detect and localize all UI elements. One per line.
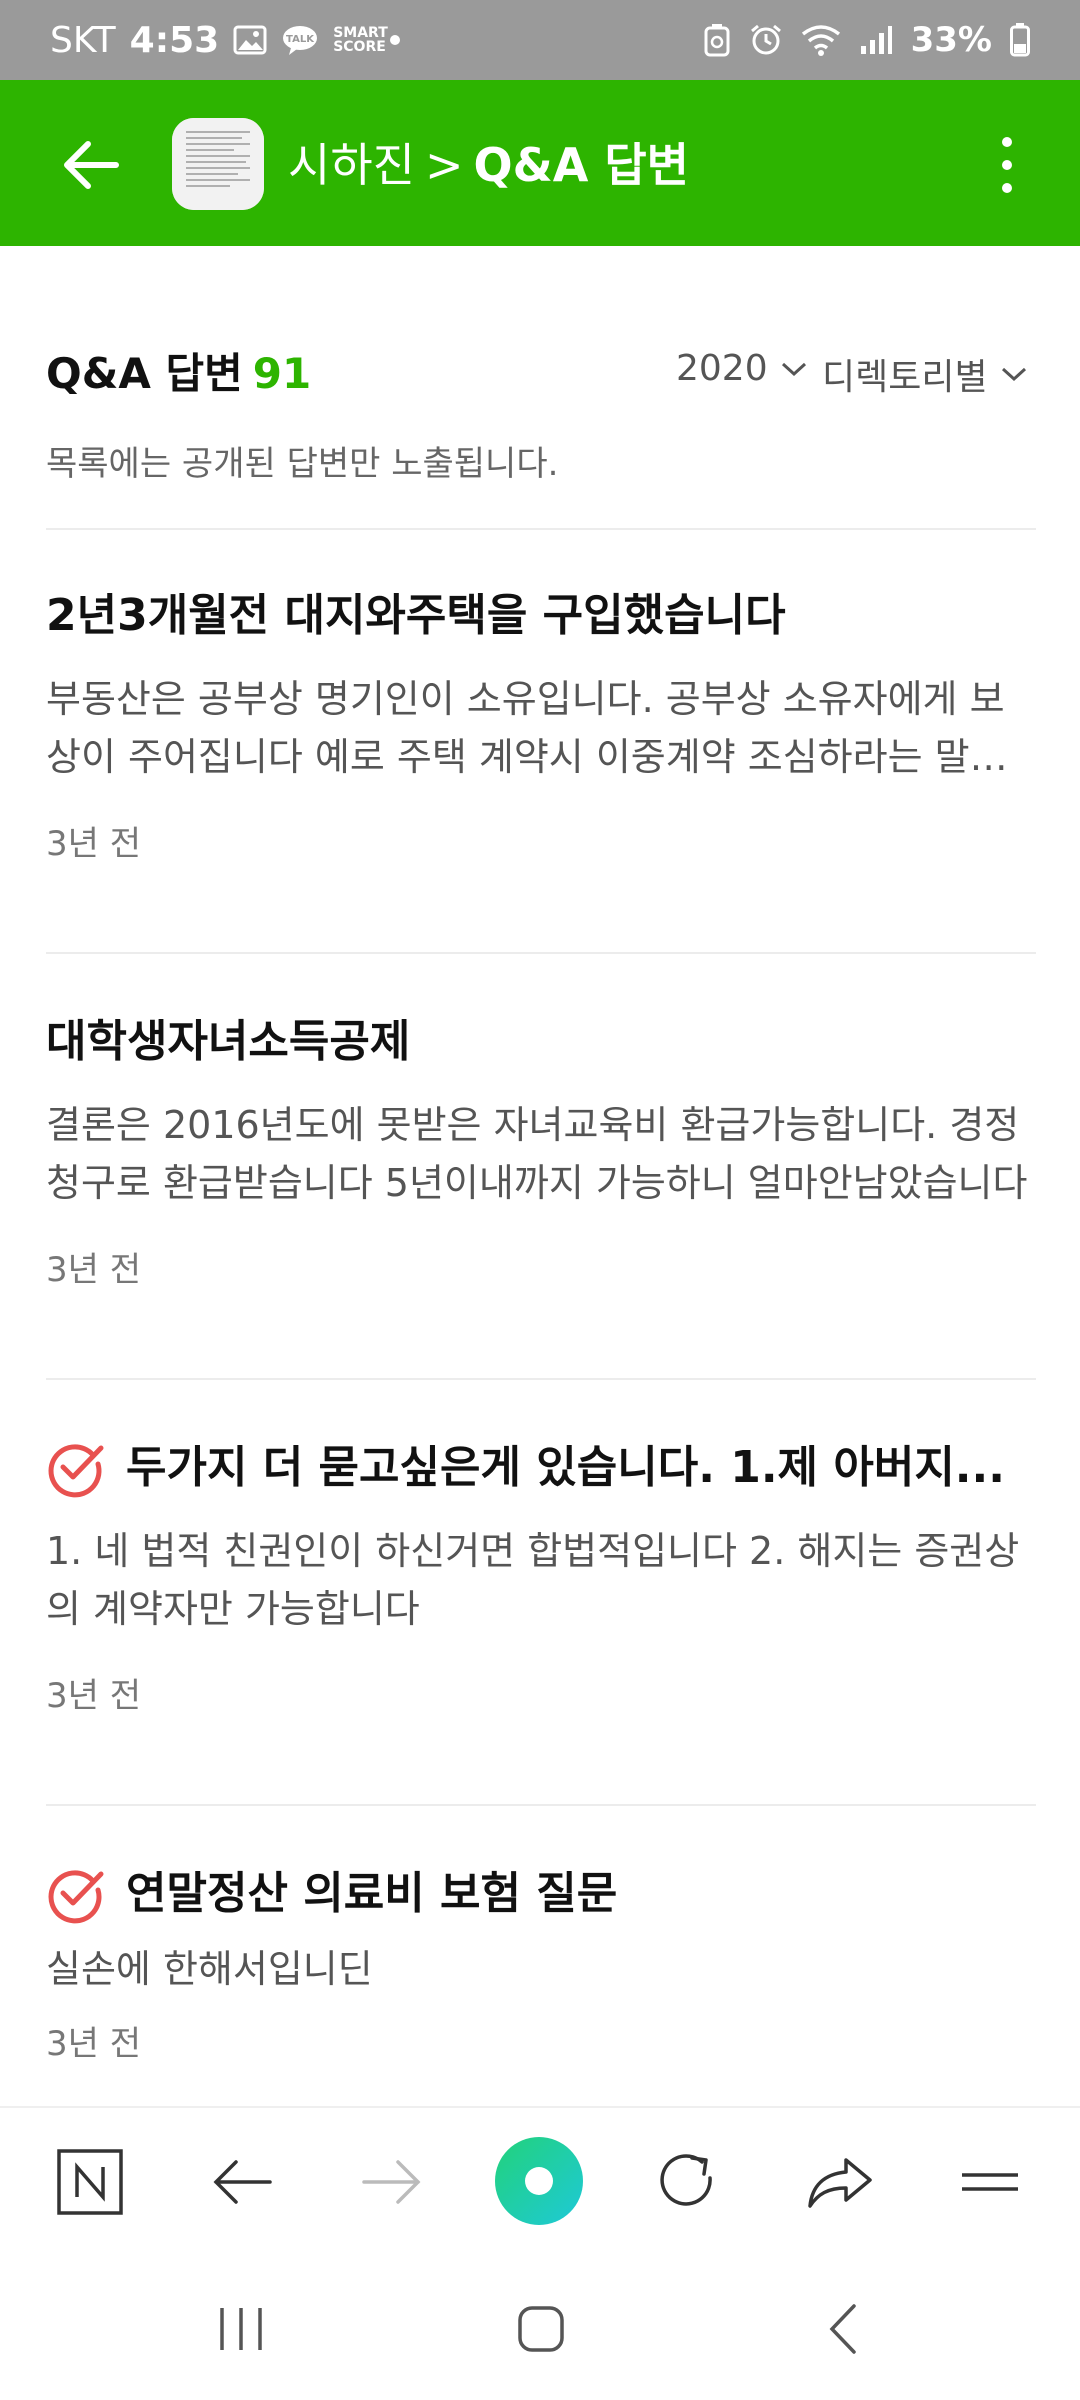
chevron-down-icon <box>781 362 806 376</box>
refresh-button[interactable] <box>652 2146 724 2218</box>
gallery-icon <box>233 25 267 55</box>
year-filter-dropdown[interactable]: 2020 <box>676 348 808 389</box>
back-arrow-icon <box>64 141 119 189</box>
divider <box>46 952 1036 954</box>
home-button[interactable] <box>506 2294 576 2364</box>
back-arrow-icon <box>213 2160 272 2204</box>
battery-percent: 33% <box>910 20 992 60</box>
selected-answer-check-icon <box>48 1870 104 1924</box>
recent-apps-icon <box>220 2308 262 2350</box>
system-navigation-bar <box>0 2254 1080 2400</box>
refresh-icon <box>660 2154 712 2206</box>
forward-arrow-icon <box>362 2160 421 2204</box>
header-title: 시하진 > Q&A 답변 <box>288 130 689 200</box>
naver-n-icon <box>57 2149 123 2215</box>
sort-filter-dropdown[interactable]: 디렉토리별 <box>822 348 1028 400</box>
answer-title: 대학생자녀소득공제 <box>46 1016 411 1067</box>
answer-date: 3년 전 <box>46 2024 141 2064</box>
recent-apps-button[interactable] <box>206 2294 276 2364</box>
answer-title: 연말정산 의료비 보험 질문 <box>46 1862 1036 1926</box>
notice-text: 목록에는 공개된 답변만 노출됩니다. <box>46 444 559 484</box>
naver-home-button[interactable] <box>54 2146 126 2218</box>
blog-name-link[interactable]: 시하진 <box>288 138 415 192</box>
menu-button[interactable] <box>954 2146 1026 2218</box>
share-icon <box>808 2158 872 2208</box>
wifi-icon <box>801 24 841 56</box>
system-back-button[interactable] <box>810 2294 880 2364</box>
kakaotalk-icon: TALK <box>281 24 319 56</box>
answer-excerpt: 1. 네 법적 친권인이 하신거면 합법적입니다 2. 해지는 증권상의 계약자… <box>46 1529 1020 1631</box>
browser-back-button[interactable] <box>206 2146 278 2218</box>
year-filter-label: 2020 <box>676 348 768 389</box>
more-vertical-icon <box>1002 137 1012 193</box>
divider <box>46 528 1036 530</box>
answer-date: 3년 전 <box>46 824 141 864</box>
selected-answer-check-icon <box>48 1444 104 1498</box>
answer-item[interactable]: 2년3개월전 대지와주택을 구입했습니다 부동산은 공부상 명기인이 소유입니다… <box>46 584 1036 865</box>
divider <box>46 1804 1036 1806</box>
browser-toolbar <box>0 2106 1080 2256</box>
home-icon <box>518 2306 564 2352</box>
answer-excerpt: 부동산은 공부상 명기인이 소유입니다. 공부상 소유자에게 보상이 주어집니다… <box>46 677 1005 779</box>
answer-title: 두가지 더 묻고싶은게 있습니다. 1.제 아버지... <box>46 1436 1036 1500</box>
answer-excerpt: 실손에 한해서입니딘 <box>46 1947 373 1991</box>
status-bar: SKT 4:53 TALK SMART SCORE 33% <box>0 0 1080 80</box>
green-dot-button[interactable] <box>494 2136 584 2226</box>
battery-icon <box>1010 23 1030 57</box>
back-button[interactable] <box>58 130 128 200</box>
answer-item[interactable]: 연말정산 의료비 보험 질문 실손에 한해서입니딘 3년 전 <box>46 1862 1036 2065</box>
section-title-text: Q&A 답변 <box>46 349 243 398</box>
chevron-down-icon <box>1001 367 1026 382</box>
recycle-icon <box>703 23 731 57</box>
notification-dot-icon <box>387 32 403 48</box>
carrier-label: SKT <box>50 19 116 61</box>
answer-title: 2년3개월전 대지와주택을 구입했습니다 <box>46 590 786 641</box>
green-dot-icon <box>495 2137 583 2225</box>
answer-item[interactable]: 대학생자녀소득공제 결론은 2016년도에 못받은 자녀교육비 환급가능합니다.… <box>46 1010 1036 1291</box>
signal-icon <box>859 24 893 56</box>
answer-item[interactable]: 두가지 더 묻고싶은게 있습니다. 1.제 아버지... 1. 네 법적 친권인… <box>46 1436 1036 1717</box>
clock: 4:53 <box>129 19 220 61</box>
divider <box>46 1378 1036 1380</box>
blog-avatar[interactable] <box>172 118 264 210</box>
answer-count: 91 <box>252 349 312 398</box>
browser-forward-button[interactable] <box>356 2146 428 2218</box>
breadcrumb-separator: > <box>424 138 464 192</box>
smartscore-icon: SMART SCORE <box>333 25 388 55</box>
sort-filter-label: 디렉토리별 <box>822 357 988 398</box>
answer-date: 3년 전 <box>46 1676 141 1716</box>
menu-icon <box>962 2173 1018 2191</box>
section-title: Q&A 답변 91 <box>46 340 311 401</box>
alarm-icon <box>749 23 783 57</box>
more-options-button[interactable] <box>990 130 1024 200</box>
answer-excerpt: 결론은 2016년도에 못받은 자녀교육비 환급가능합니다. 경정청구로 환급받… <box>46 1103 1028 1205</box>
back-icon <box>829 2304 856 2354</box>
share-button[interactable] <box>804 2146 876 2218</box>
document-thumbnail-icon <box>172 118 264 210</box>
page-name: Q&A 답변 <box>473 138 689 192</box>
app-header: 시하진 > Q&A 답변 <box>0 80 1080 246</box>
answer-date: 3년 전 <box>46 1250 141 1290</box>
svg-text:TALK: TALK <box>286 34 315 45</box>
